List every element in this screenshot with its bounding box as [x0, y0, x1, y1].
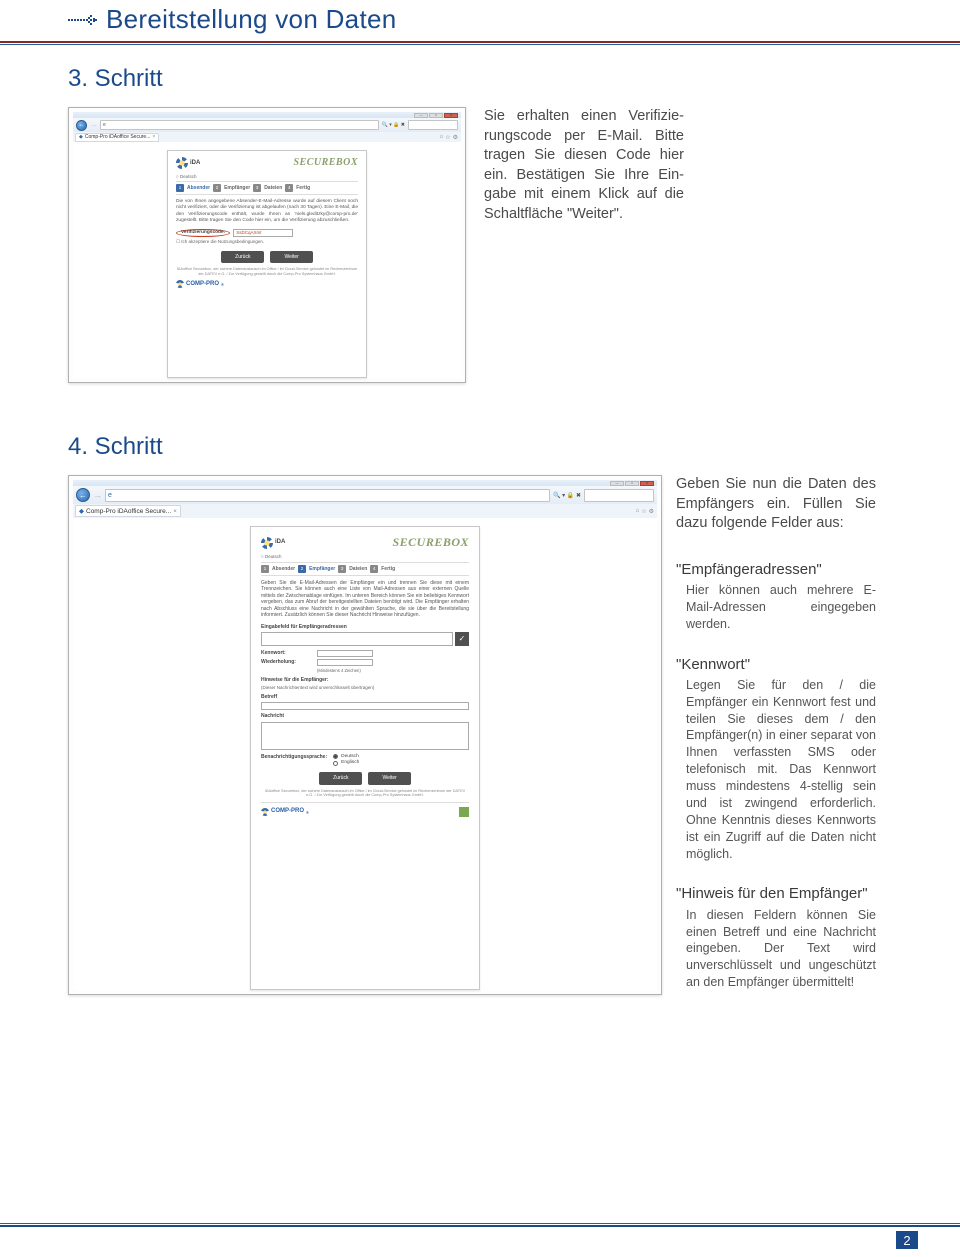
tab-row: ◆Comp-Pro iDAoffice Secure...× ⌂☆⚙	[73, 504, 657, 518]
step4-title: 4. Schritt	[68, 433, 892, 461]
next-button: Weiter	[270, 251, 312, 263]
gear-icon: ⚙	[649, 508, 654, 515]
footer-rule-2	[0, 1225, 960, 1227]
hints-heading: Hinweise für die Empfänger:	[261, 677, 469, 683]
ida-logo: iDA	[176, 157, 200, 169]
card-footnote: iDAoffice Securebox, der sichere Datenau…	[261, 789, 469, 798]
back-icon: ←	[76, 488, 90, 502]
wizard-steps: 1Absender 2Empfänger 3Dateien 4Fertig	[261, 562, 469, 576]
securebox-card: iDA SECUREBOX ○ Deutsch 1Absender 2Empfä…	[250, 526, 480, 990]
minimize-icon: —	[414, 113, 428, 118]
star-icon: ☆	[445, 134, 450, 141]
subject-label: Betreff	[261, 694, 469, 700]
forward-icon: →	[93, 490, 102, 500]
verify-code-label: Verifizierungscode:	[176, 229, 230, 237]
next-button: Weiter	[368, 772, 410, 784]
address-bar: e	[100, 120, 379, 130]
securebox-title: SECUREBOX	[293, 157, 358, 170]
card-footnote: iDAoffice Securebox, der sichere Datenau…	[176, 267, 358, 276]
maximize-icon: □	[625, 481, 639, 486]
terms-text: ☐ Ich akzeptiere die Nutzungsbedingungen…	[176, 239, 358, 245]
browser-toolbar: ← → e 🔍 ▾ 🔒 ✖	[73, 118, 461, 132]
password-hint: (Mindestens 4 Zeichen)	[317, 668, 469, 673]
browser-tab: ◆Comp-Pro iDAoffice Secure...×	[75, 505, 181, 517]
verify-code-input: SsDCqAXmt	[233, 229, 293, 237]
tab-close-icon: ×	[152, 134, 155, 140]
home-icon: ⌂	[636, 508, 640, 515]
confirm-recipient-button: ✓	[455, 632, 469, 646]
divider-red	[0, 41, 960, 43]
lang-option-en: Englisch	[333, 760, 359, 766]
recipient-label: Eingabefeld für Empfängeradressen	[261, 624, 469, 630]
address-bar: e	[105, 489, 550, 502]
screenshot-step3: — □ ✕ ← → e 🔍 ▾ 🔒 ✖ ◆Comp-Pro iDAoffice …	[68, 107, 466, 383]
card-info-text: Die von Ihnen angegebene Absender-E-Mail…	[176, 199, 358, 224]
star-icon: ☆	[641, 508, 646, 515]
back-button: Zurück	[221, 251, 264, 263]
page-number: 2	[896, 1231, 918, 1249]
tab-row: ◆Comp-Pro iDAoffice Secure...× ⌂☆⚙	[73, 132, 461, 142]
gear-icon: ⚙	[453, 134, 458, 141]
subject-input	[261, 702, 469, 710]
browser-toolbar: ← → e 🔍 ▾ 🔒 ✖	[73, 486, 657, 504]
lang-option-de: Deutsch	[333, 754, 359, 760]
password-label: Kennwort:	[261, 650, 313, 656]
home-icon: ⌂	[440, 134, 444, 141]
footer-rule-1	[0, 1223, 960, 1224]
status-indicator-icon	[459, 807, 469, 817]
close-icon: ✕	[444, 113, 458, 118]
card-info-text: Geben Sie die E-Mail-Adressen der Empfän…	[261, 580, 469, 619]
notification-lang-label: Benachrichtigungssprache:	[261, 754, 327, 760]
back-icon: ←	[76, 120, 87, 131]
section-heading-hint: "Hinweis für den Empfänger"	[676, 884, 876, 904]
arrow-right-dotted-icon	[68, 14, 98, 26]
forward-icon: →	[90, 122, 97, 129]
maximize-icon: □	[429, 113, 443, 118]
browser-tab: ◆Comp-Pro iDAoffice Secure...×	[75, 133, 159, 142]
search-box	[408, 120, 458, 130]
recipient-input	[261, 632, 453, 646]
back-button: Zurück	[319, 772, 362, 784]
step4-intro: Geben Sie nun die Daten des Empfängers e…	[676, 475, 876, 534]
section-text-recipients: Hier können auch mehrere E-Mail-Adressen…	[676, 582, 876, 633]
section-text-hint: In diesen Feldern können Sie einen Betre…	[676, 907, 876, 991]
page-title: Bereitstellung von Daten	[106, 4, 396, 35]
search-icon: 🔍 ▾ 🔒 ✖	[553, 492, 581, 499]
search-box	[584, 489, 654, 502]
ida-logo: iDA	[261, 537, 285, 549]
step3-title: 3. Schritt	[68, 65, 892, 93]
close-icon: ✕	[640, 481, 654, 486]
screenshot-step4: — □ ✕ ← → e 🔍 ▾ 🔒 ✖ ◆Comp-Pro iDAoffice …	[68, 475, 662, 995]
message-label: Nachricht	[261, 713, 469, 719]
lang-indicator: ○ Deutsch	[176, 174, 358, 180]
message-input	[261, 722, 469, 750]
password-repeat-input	[317, 659, 373, 666]
securebox-title: SECUREBOX	[392, 535, 469, 550]
comppro-logo: COMP-PRO®	[261, 808, 309, 816]
password-repeat-label: Wiederholung:	[261, 659, 313, 665]
wizard-steps: 1Absender 2Empfänger 3Dateien 4Fertig	[176, 181, 358, 195]
tab-close-icon: ×	[173, 508, 177, 515]
minimize-icon: —	[610, 481, 624, 486]
section-heading-recipients: "Empfängeradressen"	[676, 560, 876, 580]
section-heading-password: "Kennwort"	[676, 655, 876, 675]
hints-subtext: (Dieser Nachrichtentext wird unverschlüs…	[261, 685, 469, 691]
section-text-password: Legen Sie für den / die Empfänger ein Ke…	[676, 677, 876, 863]
comppro-logo: COMP-PRO®	[176, 280, 358, 288]
step3-description: Sie erhalten einen Verifizie­rungscode p…	[484, 107, 684, 383]
lang-indicator: ○ Deutsch	[261, 554, 469, 560]
password-input	[317, 650, 373, 657]
securebox-card: iDA SECUREBOX ○ Deutsch 1Absender 2Empfä…	[167, 150, 367, 378]
search-icon: 🔍 ▾ 🔒 ✖	[382, 122, 405, 128]
